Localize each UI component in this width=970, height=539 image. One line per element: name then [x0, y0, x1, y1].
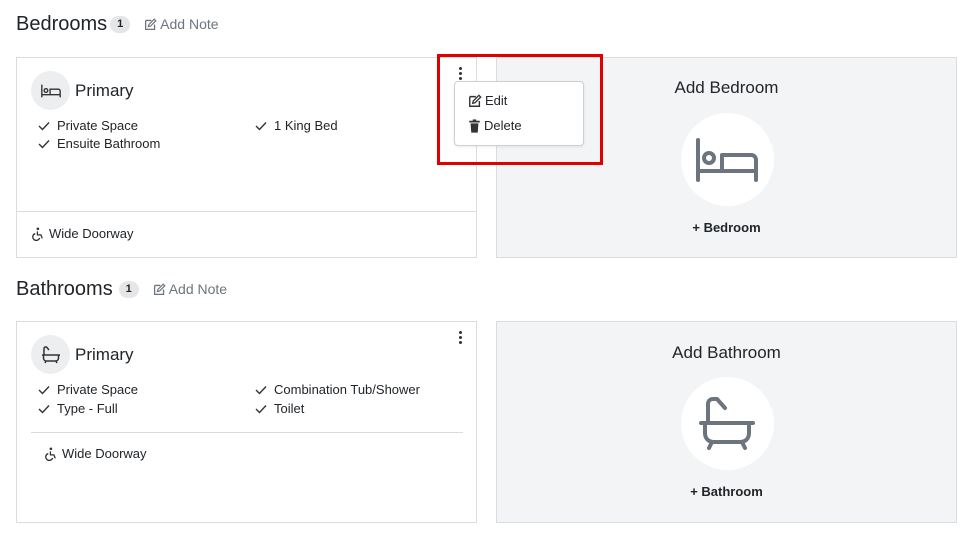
- add-note-label: Add Note: [168, 281, 228, 297]
- bathroom-footer-feature: Wide Doorway: [43, 446, 147, 461]
- bedroom-card-primary: Primary Private Space 1 King Bed Ensuite…: [16, 57, 477, 258]
- accessibility-icon: [32, 226, 43, 241]
- bedrooms-header: Bedrooms 1 Add Note: [16, 10, 219, 38]
- check-icon: [255, 385, 267, 395]
- bathtub-icon: [680, 377, 774, 470]
- add-bedroom-button[interactable]: + Bedroom: [497, 220, 956, 235]
- check-icon: [38, 139, 50, 149]
- bathrooms-title: Bathrooms: [16, 277, 113, 300]
- bed-icon: [31, 71, 70, 110]
- add-bathroom-button[interactable]: + Bathroom: [497, 484, 956, 499]
- bed-icon: [680, 113, 774, 206]
- check-icon: [255, 121, 267, 131]
- edit-menu-item[interactable]: Edit: [468, 93, 507, 108]
- check-icon: [255, 404, 267, 414]
- bedrooms-count-badge: 1: [110, 15, 131, 33]
- delete-menu-item[interactable]: Delete: [468, 118, 522, 133]
- bathroom-card-primary: Primary Private Space Combination Tub/Sh…: [16, 321, 477, 523]
- bathroom-feature-item: Combination Tub/Shower: [255, 382, 420, 397]
- bathtub-icon: [31, 335, 70, 374]
- bedrooms-add-note-button[interactable]: Add Note: [144, 16, 219, 32]
- bathroom-feature-item: Type - Full: [38, 401, 118, 416]
- bathroom-card-menu-button[interactable]: [455, 329, 465, 345]
- bathrooms-header: Bathrooms 1 Add Note: [16, 275, 227, 303]
- trash-icon: [469, 118, 480, 133]
- bathroom-card-head: Primary: [31, 335, 134, 374]
- add-bathroom-card[interactable]: Add Bathroom + Bathroom: [496, 321, 957, 523]
- check-icon: [38, 121, 50, 131]
- add-note-label: Add Note: [160, 16, 219, 32]
- bathroom-card-divider: [31, 432, 463, 433]
- card-actions-dropdown: Edit Delete: [454, 81, 584, 146]
- bedroom-card-title: Primary: [75, 80, 134, 100]
- bedroom-feature-item: Private Space: [38, 118, 138, 133]
- bathroom-feature-item: Toilet: [255, 401, 304, 416]
- check-icon: [38, 385, 50, 395]
- edit-icon: [469, 93, 482, 107]
- bedroom-feature-item: 1 King Bed: [255, 118, 338, 133]
- bedroom-feature-item: Ensuite Bathroom: [38, 136, 160, 151]
- bathrooms-count-badge: 1: [118, 280, 139, 298]
- bedrooms-title: Bedrooms: [16, 12, 108, 35]
- bathroom-card-title: Primary: [75, 344, 134, 364]
- bedroom-card-divider: [17, 211, 476, 212]
- edit-note-icon: [145, 17, 157, 30]
- bedroom-footer-feature: Wide Doorway: [30, 226, 134, 241]
- accessibility-icon: [45, 446, 56, 461]
- bedroom-card-head: Primary: [31, 71, 134, 110]
- bedroom-card-menu-button[interactable]: [455, 65, 465, 81]
- edit-note-icon: [153, 282, 166, 295]
- bathroom-feature-item: Private Space: [38, 382, 138, 397]
- check-icon: [38, 404, 50, 414]
- bathrooms-add-note-button[interactable]: Add Note: [153, 281, 227, 297]
- add-bathroom-title: Add Bathroom: [672, 343, 781, 362]
